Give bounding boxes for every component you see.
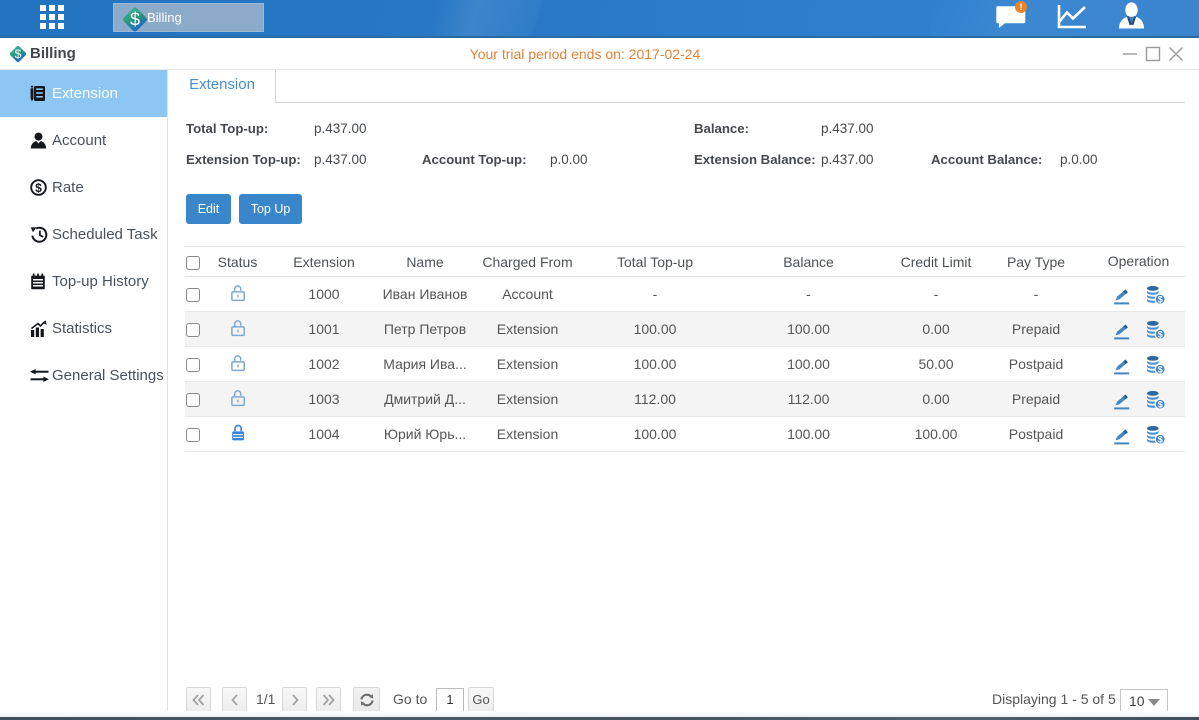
svg-text:!: ! bbox=[1020, 2, 1023, 12]
svg-text:$: $ bbox=[35, 181, 42, 195]
svg-text:$: $ bbox=[130, 10, 140, 30]
